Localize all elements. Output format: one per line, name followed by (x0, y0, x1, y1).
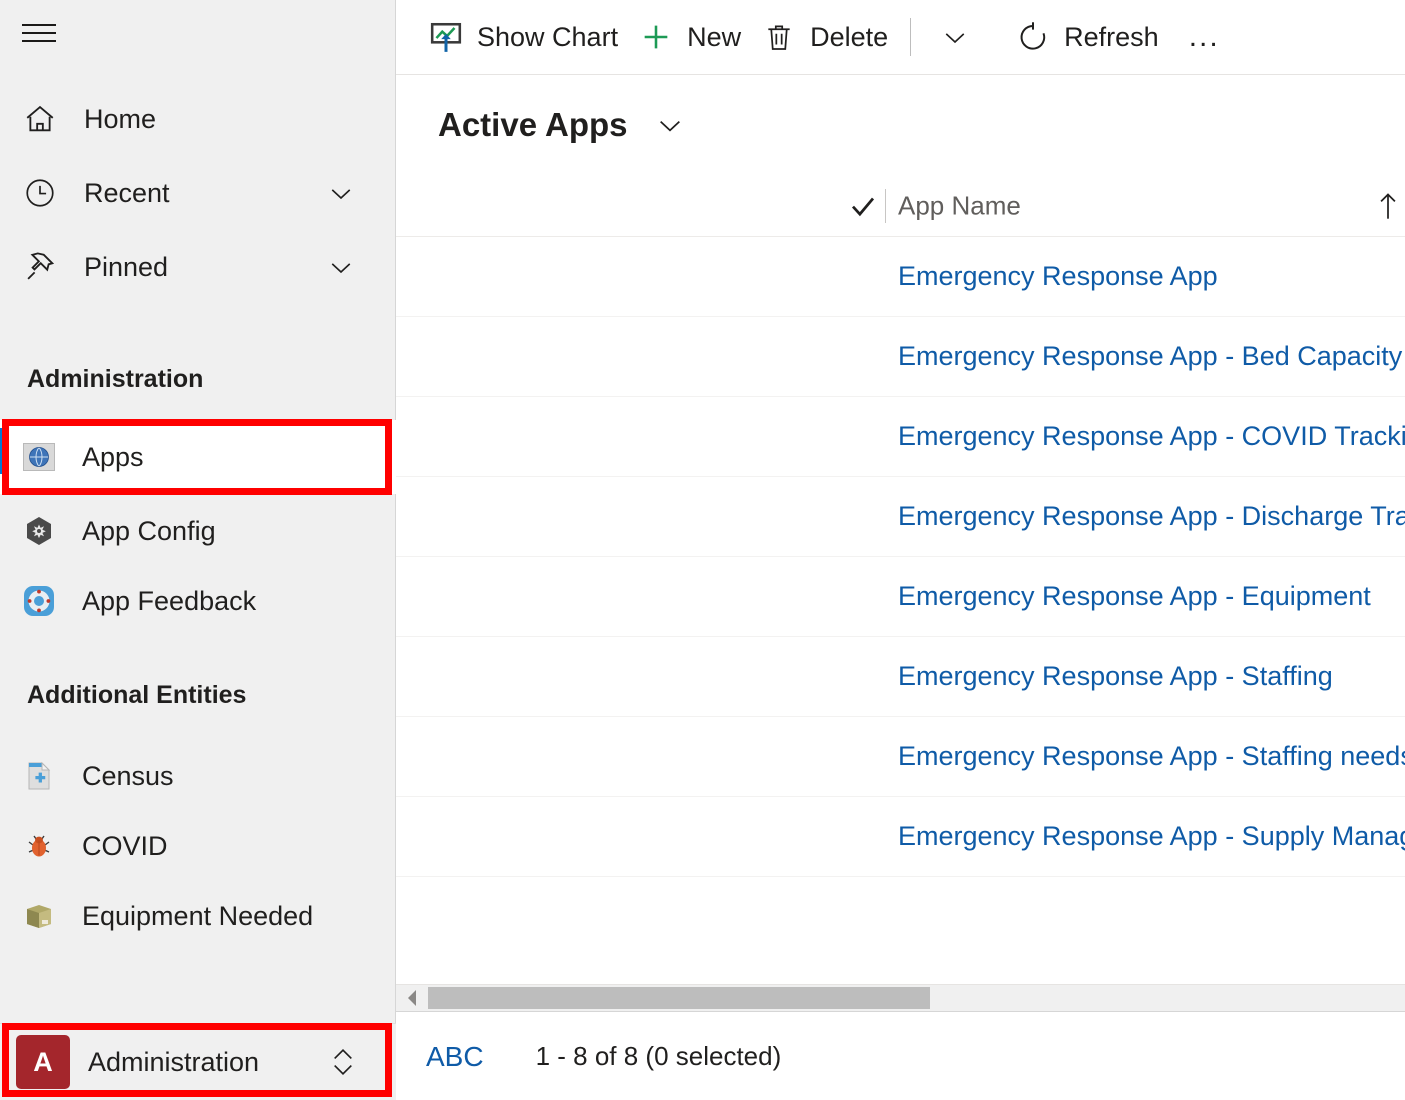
table-row[interactable]: Emergency Response App Employee Launch A… (396, 237, 1405, 317)
document-plus-icon (22, 759, 56, 793)
page-title: Active Apps (438, 106, 628, 143)
pin-icon (22, 249, 58, 285)
sidebar-item-label: COVID (82, 830, 168, 861)
scrollbar-thumb[interactable] (428, 987, 930, 1009)
hex-tool-icon (22, 514, 56, 548)
scroll-left-arrow-icon[interactable] (396, 984, 428, 1012)
cell-app-name[interactable]: Emergency Response App - COVID Tracking (898, 421, 1405, 452)
sidebar-item-equipment-needed[interactable]: Equipment Needed (0, 885, 396, 947)
home-icon (22, 101, 58, 137)
overflow-menu-button[interactable]: ... (1177, 20, 1232, 54)
sidebar-item-label: Home (84, 103, 157, 134)
chevron-down-icon[interactable] (326, 252, 356, 282)
refresh-icon (1015, 19, 1051, 55)
cell-app-name[interactable]: Emergency Response App - Supply Manageme… (898, 821, 1405, 852)
show-chart-button[interactable]: Show Chart (418, 9, 628, 65)
sidebar-item-recent[interactable]: Recent (0, 156, 396, 230)
sidebar-item-label: App Config (82, 515, 216, 546)
sidebar-item-census[interactable]: Census (0, 745, 396, 807)
lifebuoy-icon (22, 584, 56, 618)
selection-indicator (0, 428, 5, 474)
box-icon (22, 899, 56, 933)
cell-app-name[interactable]: Emergency Response App (898, 261, 1405, 292)
menu-icon[interactable] (22, 20, 56, 46)
new-button[interactable]: New (628, 9, 751, 65)
sidebar-item-label: Census (82, 760, 174, 791)
cell-app-name[interactable]: Emergency Response App - Staffing needs (898, 741, 1405, 772)
trash-icon (761, 19, 797, 55)
sidebar-item-label: Recent (84, 177, 170, 208)
refresh-label: Refresh (1064, 21, 1159, 52)
delete-button[interactable]: Delete (751, 9, 898, 65)
sidebar-item-app-config[interactable]: App Config (0, 500, 396, 562)
area-switcher[interactable]: A Administration (0, 1023, 396, 1100)
command-bar: Show Chart New Delete Refresh ... (396, 0, 1405, 75)
bug-icon (22, 829, 56, 863)
view-header: Active Apps (396, 75, 1405, 175)
main-content: Show Chart New Delete Refresh ... Active… (396, 0, 1405, 1100)
area-badge: A (16, 1035, 70, 1089)
chevron-down-icon[interactable] (654, 109, 686, 141)
chevron-down-icon (937, 19, 973, 55)
sidebar-item-covid[interactable]: COVID (0, 815, 396, 877)
cell-app-name[interactable]: Emergency Response App - Bed Capacity (898, 341, 1405, 372)
cell-app-name[interactable]: Emergency Response App - Discharge Track… (898, 501, 1405, 532)
cell-app-name[interactable]: Emergency Response App - Staffing (898, 661, 1405, 692)
delete-dropdown-button[interactable] (923, 9, 987, 65)
toolbar-divider (910, 18, 912, 56)
clock-icon (22, 175, 58, 211)
sidebar-item-label: App Feedback (82, 585, 257, 616)
sidebar-item-label: Apps (82, 441, 144, 472)
column-header-app-name[interactable]: App Name (898, 190, 1021, 221)
sidebar-section-additional-entities-heading: Additional Entities (27, 681, 247, 709)
table-row[interactable]: Emergency Response App - Staffing needs … (396, 717, 1405, 797)
table-row[interactable]: Emergency Response App - Bed Capacity Be… (396, 317, 1405, 397)
grid-body: Emergency Response App Employee Launch A… (396, 237, 1405, 877)
table-row[interactable]: Emergency Response App - Supply Manageme… (396, 797, 1405, 877)
show-chart-label: Show Chart (477, 21, 619, 52)
horizontal-scrollbar[interactable] (396, 984, 1405, 1012)
chevron-down-icon[interactable] (326, 178, 356, 208)
delete-label: Delete (810, 21, 889, 52)
sidebar-item-home[interactable]: Home (0, 82, 396, 156)
sidebar-item-apps[interactable]: Apps (0, 420, 396, 494)
new-label: New (687, 21, 742, 52)
table-row[interactable]: Emergency Response App - Staffing Staff (396, 637, 1405, 717)
record-count-label: 1 - 8 of 8 (0 selected) (535, 1041, 782, 1071)
grid-footer: ABC 1 - 8 of 8 (0 selected) (396, 1013, 1405, 1100)
plus-icon (638, 19, 674, 55)
checkmark-icon[interactable] (848, 191, 878, 221)
sidebar-item-app-feedback[interactable]: App Feedback (0, 570, 396, 632)
area-switcher-label: Administration (88, 1046, 260, 1077)
grid-header: App Name Display Name (396, 175, 1405, 237)
sidebar-item-label: Pinned (84, 251, 169, 282)
sort-ascending-icon[interactable] (1375, 191, 1401, 221)
sidebar-nav: Home Recent Pinned (0, 82, 396, 304)
sidebar-section-administration-heading: Administration (27, 365, 204, 393)
refresh-button[interactable]: Refresh (1005, 9, 1169, 65)
alpha-filter-button[interactable]: ABC (426, 1041, 484, 1073)
up-down-chevron-icon[interactable] (328, 1043, 358, 1081)
column-divider (885, 188, 886, 223)
cell-app-name[interactable]: Emergency Response App - Equipment (898, 581, 1405, 612)
table-row[interactable]: Emergency Response App - Discharge Track… (396, 477, 1405, 557)
table-row[interactable]: Emergency Response App - Equipment Equip… (396, 557, 1405, 637)
app-window: Home Recent Pinned Administration Apps A… (0, 0, 1405, 1100)
sidebar: Home Recent Pinned Administration Apps A… (0, 0, 396, 1100)
globe-icon (22, 440, 56, 474)
show-chart-icon (428, 19, 464, 55)
sidebar-item-pinned[interactable]: Pinned (0, 230, 396, 304)
table-row[interactable]: Emergency Response App - COVID Tracking … (396, 397, 1405, 477)
sidebar-item-label: Equipment Needed (82, 900, 314, 931)
